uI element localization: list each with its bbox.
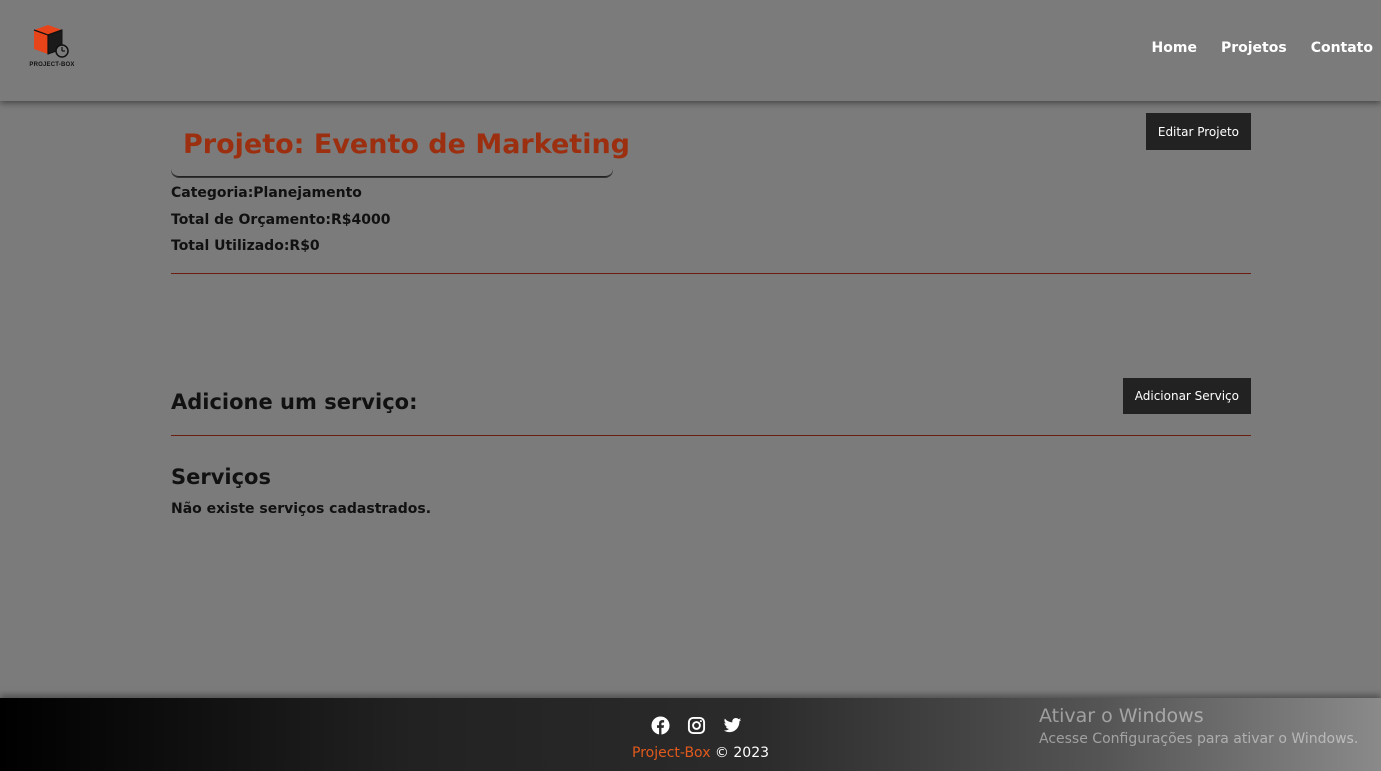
facebook-icon[interactable]: [651, 716, 670, 735]
project-title: Projeto: Evento de Marketing: [183, 129, 631, 160]
instagram-icon[interactable]: [687, 716, 706, 735]
project-budget: Total de Orçamento:R$4000: [171, 212, 391, 228]
copyright-year: © 2023: [710, 745, 770, 761]
project-used: Total Utilizado:R$0: [171, 238, 320, 254]
edit-project-button[interactable]: Editar Projeto: [1145, 113, 1251, 150]
nav-contato[interactable]: Contato: [1311, 40, 1373, 56]
nav-home[interactable]: Home: [1152, 40, 1197, 56]
main-nav: Home Projetos Contato: [1152, 40, 1373, 56]
logo-text: PROJECT-BOX: [29, 62, 75, 68]
twitter-icon[interactable]: [723, 716, 742, 735]
add-service-button[interactable]: Adicionar Serviço: [1122, 378, 1251, 414]
add-service-title: Adicione um serviço:: [171, 390, 418, 414]
copyright: Project-Box © 2023: [632, 745, 769, 761]
site-footer: Project-Box © 2023 Ativar o Windows Aces…: [0, 698, 1381, 771]
project-title-box: Projeto: Evento de Marketing: [171, 125, 630, 177]
social-links: [651, 716, 742, 735]
no-services-message: Não existe serviços cadastrados.: [171, 501, 432, 517]
nav-projetos[interactable]: Projetos: [1221, 40, 1287, 56]
windows-activation-subtitle: Acesse Configurações para ativar o Windo…: [1039, 731, 1359, 747]
project-box-logo[interactable]: PROJECT-BOX: [26, 24, 78, 72]
services-title: Serviços: [171, 465, 271, 489]
footer-brand[interactable]: Project-Box: [632, 745, 710, 761]
site-header: PROJECT-BOX Home Projetos Contato: [0, 0, 1381, 101]
box-logo-icon: [33, 25, 69, 58]
project-category: Categoria:Planejamento: [171, 185, 362, 201]
windows-activation-title: Ativar o Windows: [1039, 705, 1204, 727]
divider: [171, 273, 1251, 274]
divider: [171, 435, 1251, 436]
